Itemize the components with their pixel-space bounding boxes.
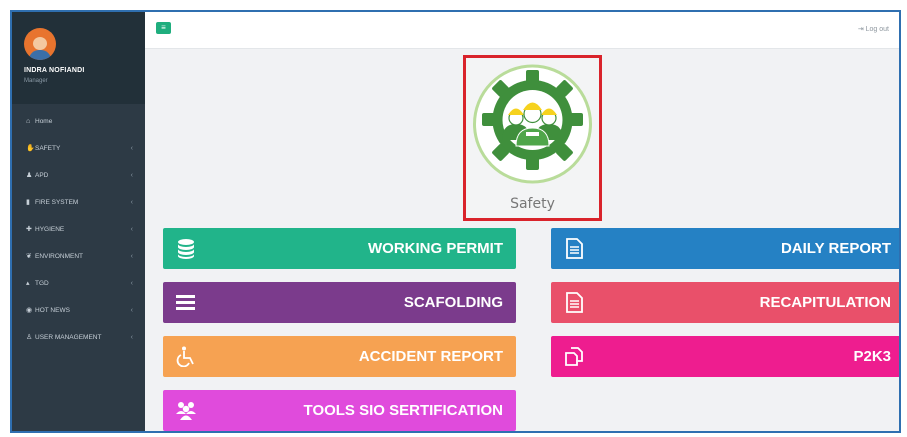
signal-icon: ▴: [26, 280, 30, 287]
sidebar-item-label: FIRE SYSTEM: [35, 199, 79, 206]
bars-icon: [176, 295, 195, 310]
avatar[interactable]: [24, 28, 56, 60]
sidebar-item-label: TGD: [35, 280, 49, 287]
logout-link[interactable]: ⇥ Log out: [858, 25, 889, 33]
tile-label: ACCIDENT REPORT: [358, 348, 503, 365]
document-icon: [566, 238, 583, 259]
users-icon: [176, 402, 196, 420]
document-icon: [566, 292, 583, 313]
chevron-left-icon: ‹: [130, 253, 133, 260]
database-icon: [178, 239, 194, 259]
scafolding-button[interactable]: SCAFOLDING: [163, 282, 516, 323]
sidebar-menu: ⌂ Home ✋SAFETY ‹ ♟ APD ‹ ▮ FIRE SYSTEM ‹ ✚ HYGI…: [12, 108, 145, 351]
logout-icon: ⇥: [857, 26, 866, 33]
sidebar-item-safety[interactable]: ✋SAFETY ‹: [12, 135, 145, 162]
tools-sio-sertification-button[interactable]: TOOLS SIO SERTIFICATION: [163, 390, 516, 431]
user-panel: INDRA NOFIANDI Manager: [12, 12, 145, 104]
copy-icon: [565, 347, 583, 366]
sidebar-item-label: SAFETY: [35, 145, 61, 152]
app-window: INDRA NOFIANDI Manager ⌂ Home ✋SAFETY ‹ ♟ A…: [10, 10, 901, 433]
user-icon: ♙: [26, 334, 33, 341]
sidebar-item-label: APD: [35, 172, 49, 179]
chevron-left-icon: ‹: [130, 172, 133, 179]
sidebar-item-label: USER MANAGEMENT: [35, 334, 102, 341]
sidebar-item-tgd[interactable]: ▴ TGD ‹: [12, 270, 145, 297]
home-icon: ⌂: [26, 118, 31, 125]
globe-icon: ◉: [26, 307, 33, 314]
sidebar-item-hot-news[interactable]: ◉ HOT NEWS ‹: [12, 297, 145, 324]
p2k3-button[interactable]: P2K3: [551, 336, 899, 377]
sidebar-item-environment[interactable]: ❦ ENVIRONMENT ‹: [12, 243, 145, 270]
recapitulation-button[interactable]: RECAPITULATION: [551, 282, 899, 323]
chevron-left-icon: ‹: [130, 307, 133, 314]
logout-label: Log out: [865, 26, 889, 33]
tile-label: P2K3: [853, 348, 891, 365]
sidebar-item-label: HOT NEWS: [35, 307, 70, 314]
person-icon: ♟: [26, 172, 33, 179]
sidebar-item-apd[interactable]: ♟ APD ‹: [12, 162, 145, 189]
thumbs-up-icon: ✋: [26, 145, 35, 152]
wheelchair-icon: [176, 346, 194, 367]
leaf-icon: ❦: [26, 253, 32, 260]
accident-report-button[interactable]: ACCIDENT REPORT: [163, 336, 516, 377]
chevron-left-icon: ‹: [130, 280, 133, 287]
chevron-left-icon: ‹: [130, 199, 133, 206]
sidebar-item-label: ENVIRONMENT: [35, 253, 84, 260]
tile-label: RECAPITULATION: [759, 294, 891, 311]
sidebar-item-label: HYGIENE: [35, 226, 65, 233]
safety-workers-gear-logo: [473, 64, 592, 184]
safety-caption: Safety: [510, 196, 555, 212]
user-role: Manager: [24, 78, 48, 84]
fire-extinguisher-icon: ▮: [26, 199, 30, 206]
daily-report-button[interactable]: DAILY REPORT: [551, 228, 899, 269]
top-bar: ≡ ⇥ Log out: [145, 12, 899, 49]
tile-label: WORKING PERMIT: [368, 240, 503, 257]
safety-logo-box: Safety: [463, 55, 602, 221]
tile-label: TOOLS SIO SERTIFICATION: [303, 402, 503, 419]
user-name: INDRA NOFIANDI: [24, 67, 85, 74]
chevron-left-icon: ‹: [130, 334, 133, 341]
working-permit-button[interactable]: WORKING PERMIT: [163, 228, 516, 269]
tile-label: SCAFOLDING: [403, 294, 503, 311]
tile-label: DAILY REPORT: [780, 240, 891, 257]
menu-toggle-icon[interactable]: ≡: [156, 22, 171, 34]
sidebar-item-home[interactable]: ⌂ Home: [12, 108, 145, 135]
sidebar-item-user-management[interactable]: ♙ USER MANAGEMENT ‹: [12, 324, 145, 351]
chevron-left-icon: ‹: [130, 145, 133, 152]
plus-icon: ✚: [26, 226, 32, 233]
sidebar: INDRA NOFIANDI Manager ⌂ Home ✋SAFETY ‹ ♟ A…: [12, 12, 145, 431]
sidebar-item-fire-system[interactable]: ▮ FIRE SYSTEM ‹: [12, 189, 145, 216]
sidebar-item-label: Home: [35, 118, 53, 125]
chevron-left-icon: ‹: [130, 226, 133, 233]
sidebar-item-hygiene[interactable]: ✚ HYGIENE ‹: [12, 216, 145, 243]
